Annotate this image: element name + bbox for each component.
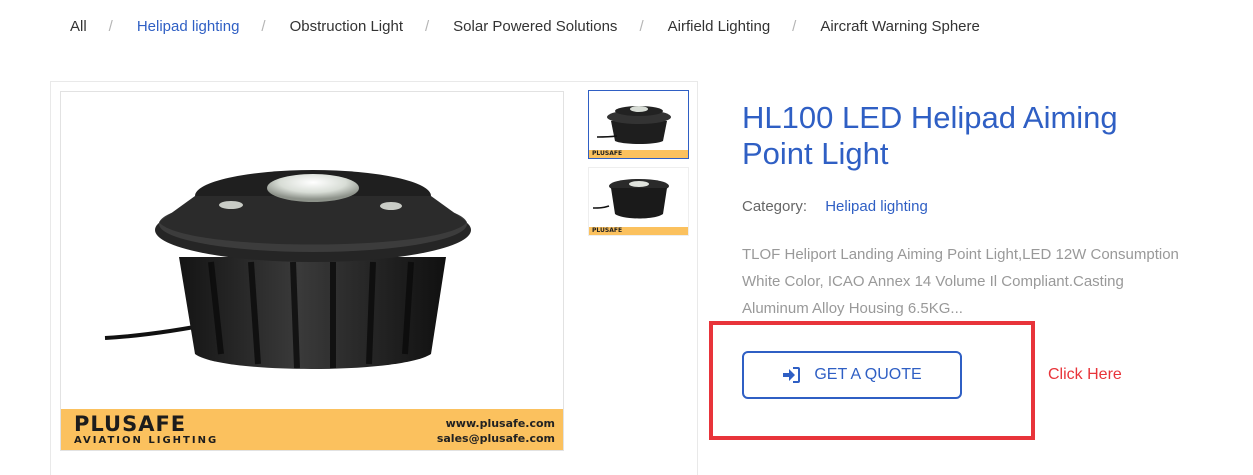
breadcrumb-separator: / bbox=[639, 18, 644, 35]
breadcrumb-obstruction-light[interactable]: Obstruction Light bbox=[290, 18, 403, 35]
thumbnail-photo bbox=[596, 106, 671, 144]
breadcrumb-separator: / bbox=[261, 18, 266, 35]
thumbnail-2[interactable]: PLUSAFE bbox=[588, 167, 689, 236]
get-a-quote-button[interactable]: GET A QUOTE bbox=[742, 351, 962, 399]
product-category: Category: Helipad lighting bbox=[742, 198, 928, 215]
get-a-quote-label: GET A QUOTE bbox=[814, 366, 922, 383]
breadcrumb-aircraft-warning-sphere[interactable]: Aircraft Warning Sphere bbox=[820, 18, 980, 35]
click-here-annotation: Click Here bbox=[1048, 366, 1122, 383]
helipad-light-photo bbox=[104, 170, 471, 369]
breadcrumb-separator: / bbox=[425, 18, 430, 35]
product-gallery: PLUSAFE AVIATION LIGHTING www.plusafe.co… bbox=[50, 81, 698, 475]
sign-in-icon bbox=[782, 367, 801, 383]
breadcrumb-helipad-lighting[interactable]: Helipad lighting bbox=[137, 18, 240, 35]
breadcrumb-separator: / bbox=[792, 18, 797, 35]
product-main-image[interactable]: PLUSAFE AVIATION LIGHTING www.plusafe.co… bbox=[60, 91, 564, 451]
product-title: HL100 LED Helipad Aiming Point Light bbox=[742, 100, 1118, 171]
thumbnail-banner: PLUSAFE bbox=[589, 150, 688, 158]
thumbnail-banner: PLUSAFE bbox=[589, 227, 688, 235]
brand-logo: PLUSAFE AVIATION LIGHTING bbox=[74, 412, 219, 446]
brand-website: www.plusafe.com bbox=[445, 417, 555, 430]
breadcrumb-all[interactable]: All bbox=[70, 18, 87, 35]
breadcrumb-separator: / bbox=[108, 18, 113, 35]
breadcrumb: All / Helipad lighting / Obstruction Lig… bbox=[70, 18, 980, 35]
product-description: TLOF Heliport Landing Aiming Point Light… bbox=[742, 246, 1179, 317]
brand-email: sales@plusafe.com bbox=[436, 432, 555, 445]
category-label: Category: bbox=[742, 198, 808, 215]
breadcrumb-airfield-lighting[interactable]: Airfield Lighting bbox=[668, 18, 771, 35]
brand-contact: www.plusafe.com sales@plusafe.com bbox=[437, 416, 555, 446]
category-link[interactable]: Helipad lighting bbox=[825, 198, 928, 215]
brand-banner: PLUSAFE AVIATION LIGHTING www.plusafe.co… bbox=[61, 409, 563, 450]
thumbnail-1[interactable]: PLUSAFE bbox=[588, 90, 689, 159]
breadcrumb-solar-powered-solutions[interactable]: Solar Powered Solutions bbox=[453, 18, 617, 35]
thumbnail-photo bbox=[592, 179, 669, 219]
